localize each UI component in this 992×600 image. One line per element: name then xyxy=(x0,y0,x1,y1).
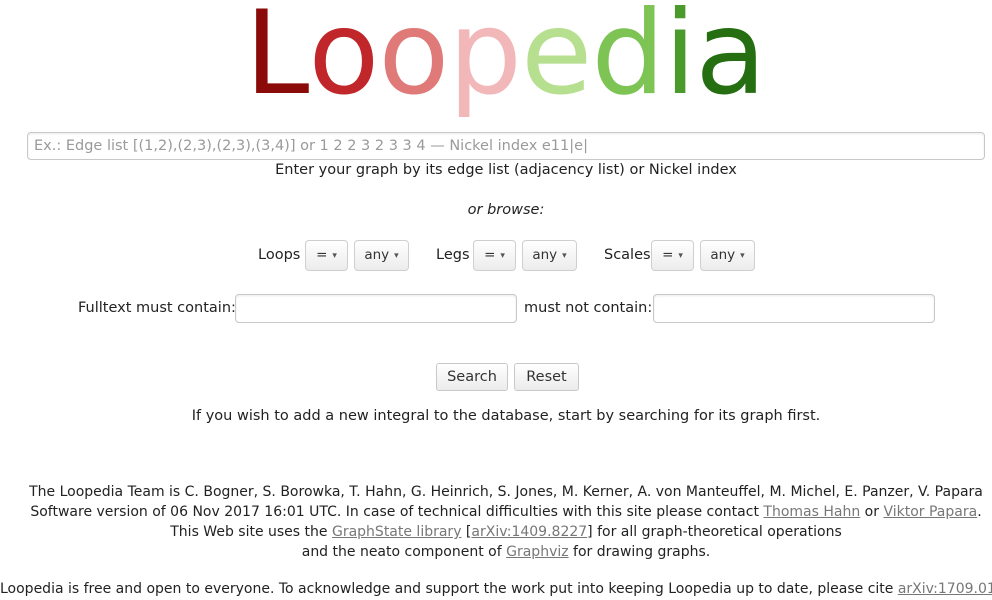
loops-label: Loops xyxy=(258,247,301,263)
cite-text: Loopedia is free and open to everyone. T… xyxy=(0,581,894,597)
fulltext-contain-input[interactable] xyxy=(235,294,517,323)
browse-filters: Loops = ▾ any ▾ Legs = ▾ any ▾ Scales = ▾ any… xyxy=(0,240,992,272)
scales-value-select[interactable]: any ▾ xyxy=(700,240,755,271)
version-line: Software version of 06 Nov 2017 16:01 UT… xyxy=(30,504,982,520)
neato-suffix-text: for drawing graphs. xyxy=(573,544,711,560)
legs-operator-value: = xyxy=(484,247,496,263)
logo-letter: o xyxy=(308,0,379,121)
version-text: Software version of 06 Nov 2017 16:01 UT… xyxy=(30,504,759,520)
logo-letter: d xyxy=(591,0,665,121)
uses-suffix-text: for all graph-theoretical operations xyxy=(597,524,842,540)
reset-button[interactable]: Reset xyxy=(514,363,579,391)
chevron-down-icon: ▾ xyxy=(562,251,567,261)
graph-search-input[interactable] xyxy=(27,132,985,160)
search-button[interactable]: Search xyxy=(436,363,508,391)
scales-label: Scales xyxy=(604,247,651,263)
browse-label: or browse: xyxy=(467,202,545,218)
add-integral-info: If you wish to add a new integral to the… xyxy=(191,408,821,424)
loops-operator-value: = xyxy=(316,247,328,263)
graphstate-line: This Web site uses the GraphState librar… xyxy=(170,524,842,540)
search-help-text: Enter your graph by its edge list (adjac… xyxy=(275,162,737,178)
fulltext-not-contain-input[interactable] xyxy=(653,294,935,323)
chevron-down-icon: ▾ xyxy=(500,251,505,261)
graphviz-line: and the neato component of Graphviz for … xyxy=(0,542,992,562)
logo-letter: a xyxy=(695,0,766,121)
fulltext-not-contain-label: must not contain: xyxy=(524,300,653,316)
contact-thomas-hahn-link[interactable]: Thomas Hahn xyxy=(763,504,860,520)
loopedia-logo: Loopedia xyxy=(0,0,992,114)
chevron-down-icon: ▾ xyxy=(678,251,683,261)
logo-letter: o xyxy=(378,0,449,121)
chevron-down-icon: ▾ xyxy=(394,251,399,261)
graphviz-link[interactable]: Graphviz xyxy=(506,544,568,560)
arxiv-graphstate-link[interactable]: arXiv:1409.8227 xyxy=(471,524,587,540)
logo-letter: e xyxy=(520,0,592,121)
arxiv-cite-link[interactable]: arXiv:1709.01266 xyxy=(898,581,992,597)
fulltext-contain-label: Fulltext must contain: xyxy=(78,300,236,316)
loops-value-select[interactable]: any ▾ xyxy=(354,240,409,271)
logo-letter: p xyxy=(448,0,522,121)
logo-letter: i xyxy=(663,0,696,121)
legs-value: any xyxy=(532,247,558,263)
legs-value-select[interactable]: any ▾ xyxy=(522,240,577,271)
logo-letter: L xyxy=(244,0,310,121)
fulltext-row: Fulltext must contain: must not contain: xyxy=(0,294,992,324)
scales-operator-select[interactable]: = ▾ xyxy=(651,240,694,271)
team-line: The Loopedia Team is C. Bogner, S. Borow… xyxy=(29,484,983,500)
chevron-down-icon: ▾ xyxy=(740,251,745,261)
footer-credits: The Loopedia Team is C. Bogner, S. Borow… xyxy=(0,482,992,562)
neato-text: and the neato component of xyxy=(301,544,502,560)
or-text: or xyxy=(864,504,879,520)
legs-label: Legs xyxy=(436,247,470,263)
graphstate-library-link[interactable]: GraphState library xyxy=(332,524,462,540)
loops-value: any xyxy=(364,247,390,263)
loops-operator-select[interactable]: = ▾ xyxy=(305,240,348,271)
chevron-down-icon: ▾ xyxy=(332,251,337,261)
legs-operator-select[interactable]: = ▾ xyxy=(473,240,516,271)
contact-viktor-papara-link[interactable]: Viktor Papara xyxy=(883,504,977,520)
cite-line: Loopedia is free and open to everyone. T… xyxy=(0,579,992,599)
scales-value: any xyxy=(710,247,736,263)
uses-text: This Web site uses the xyxy=(170,524,328,540)
scales-operator-value: = xyxy=(662,247,674,263)
